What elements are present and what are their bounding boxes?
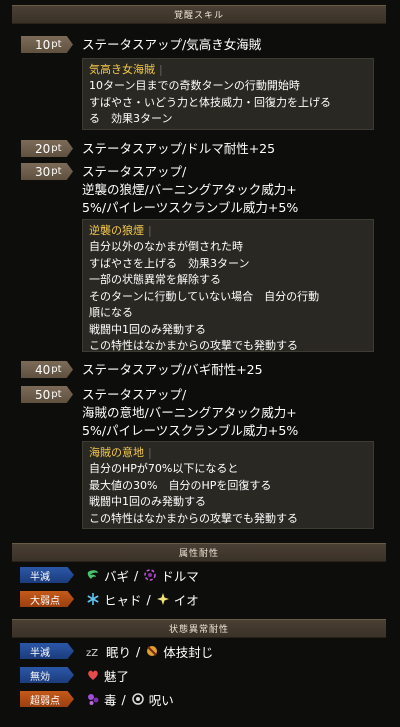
detail-line: 順になる <box>89 306 133 319</box>
status-row-super-weak: 超弱点 毒 / 呪い <box>20 690 174 708</box>
detail-title: 気高き女海賊 <box>89 63 155 76</box>
status-row-immune: 無効 魅了 <box>20 666 129 684</box>
skill-50-text-1: ステータスアップ/ <box>82 387 187 402</box>
resist-badge: 半減 <box>20 567 74 583</box>
resist-badge: 半減 <box>20 643 74 659</box>
elemental-resistance-header: 属性耐性 <box>12 543 386 562</box>
status-label: 体技封じ <box>163 644 214 660</box>
sleep-icon: zZ <box>86 648 98 658</box>
status-row-half: 半減 zZ 眠り / 体技封じ <box>20 642 213 660</box>
skill-50-text-2: 海賊の意地/バーニングアタック威力+ <box>82 405 297 420</box>
detail-line: この特性はなかまからの攻撃でも発動する <box>89 511 298 525</box>
skill-30-text-3: 5%/パイレーツスクランブル威力+5% <box>82 200 299 215</box>
dolma-dark-icon <box>144 569 156 581</box>
detail-line: 戦闘中1回のみ発動する <box>89 495 206 508</box>
status-label: 呪い <box>148 692 174 708</box>
detail-line: 一部の状態異常を解除する <box>89 273 221 286</box>
detail-line: すばやさ・いどう力と体技威力・回復力を上げる <box>89 95 331 109</box>
io-explosion-icon <box>156 593 169 605</box>
status-resistance-header: 状態異常耐性 <box>12 619 386 638</box>
detail-line: すばやさを上げる 効果3ターン <box>89 256 250 270</box>
bagi-wind-icon <box>87 570 98 579</box>
skill-20-text: ステータスアップ/ドルマ耐性+25 <box>82 141 276 156</box>
detail-line: そのターンに行動していない場合 自分の行動 <box>89 289 320 303</box>
pt-badge-50: 50 pt <box>21 386 73 403</box>
detail-title: 逆襲の狼煙 <box>89 224 144 237</box>
pt-badge-10: 10 pt <box>21 36 73 53</box>
pt-badge-40: 40 pt <box>21 361 73 378</box>
poison-icon <box>88 694 99 705</box>
resist-badge: 超弱点 <box>20 691 74 707</box>
svg-text:zZ: zZ <box>86 648 98 658</box>
awakening-skill-header: 覚醒スキル <box>12 5 386 24</box>
skill-10-text: ステータスアップ/気高き女海賊 <box>82 37 262 52</box>
detail-line: 最大値の30% 自分のHPを回復する <box>89 478 272 492</box>
status-label: 魅了 <box>104 668 130 684</box>
detail-box-pirate-pride: 海賊の意地 | 自分のHPが70%以下になると 最大値の30% 自分のHPを回復す… <box>82 441 374 529</box>
detail-title: 海賊の意地 <box>89 446 144 459</box>
element-label: ヒャド <box>104 592 142 608</box>
status-label: 眠り <box>106 644 132 660</box>
detail-line: 戦闘中1回のみ発動する <box>89 322 206 336</box>
pt-badge-20: 20 pt <box>21 140 73 157</box>
status-label: 毒 <box>104 692 117 708</box>
element-label: イオ <box>173 592 199 608</box>
resist-badge: 大弱点 <box>20 591 74 607</box>
pt-badge-30: 30 pt <box>21 163 73 180</box>
resist-badge: 無効 <box>20 667 74 683</box>
skill-seal-icon <box>147 646 158 656</box>
skill-40-text: ステータスアップ/バギ耐性+25 <box>82 362 263 377</box>
skill-30-text-1: ステータスアップ/ <box>82 164 187 179</box>
element-label: ドルマ <box>161 568 199 584</box>
detail-line: 自分以外のなかまが倒された時 <box>89 240 243 253</box>
element-label: バギ <box>104 568 130 584</box>
detail-line: 10ターン目までの奇数ターンの行動開始時 <box>89 79 300 92</box>
detail-line: この特性はなかまからの攻撃でも発動する <box>89 339 298 352</box>
elemental-row-big-weak: 大弱点 ヒャド / イオ <box>20 590 199 608</box>
hyado-ice-icon <box>87 593 99 605</box>
detail-box-counterattack-signal: 逆襲の狼煙 | 自分以外のなかまが倒された時 すばやさを上げる 効果3ターン 一部… <box>82 219 374 352</box>
skill-50-text-3: 5%/パイレーツスクランブル威力+5% <box>82 423 299 438</box>
detail-line: 自分のHPが70%以下になると <box>89 462 239 475</box>
detail-box-noble-pirate: 気高き女海賊 | 10ターン目までの奇数ターンの行動開始時 すばやさ・いどう力と体… <box>82 58 374 130</box>
detail-line: る 効果3ターン <box>89 112 173 125</box>
skill-30-text-2: 逆襲の狼煙/バーニングアタック威力+ <box>82 182 297 197</box>
charm-icon <box>88 670 98 680</box>
elemental-row-half: 半減 バギ / ドルマ <box>20 566 199 584</box>
curse-icon <box>131 693 144 705</box>
